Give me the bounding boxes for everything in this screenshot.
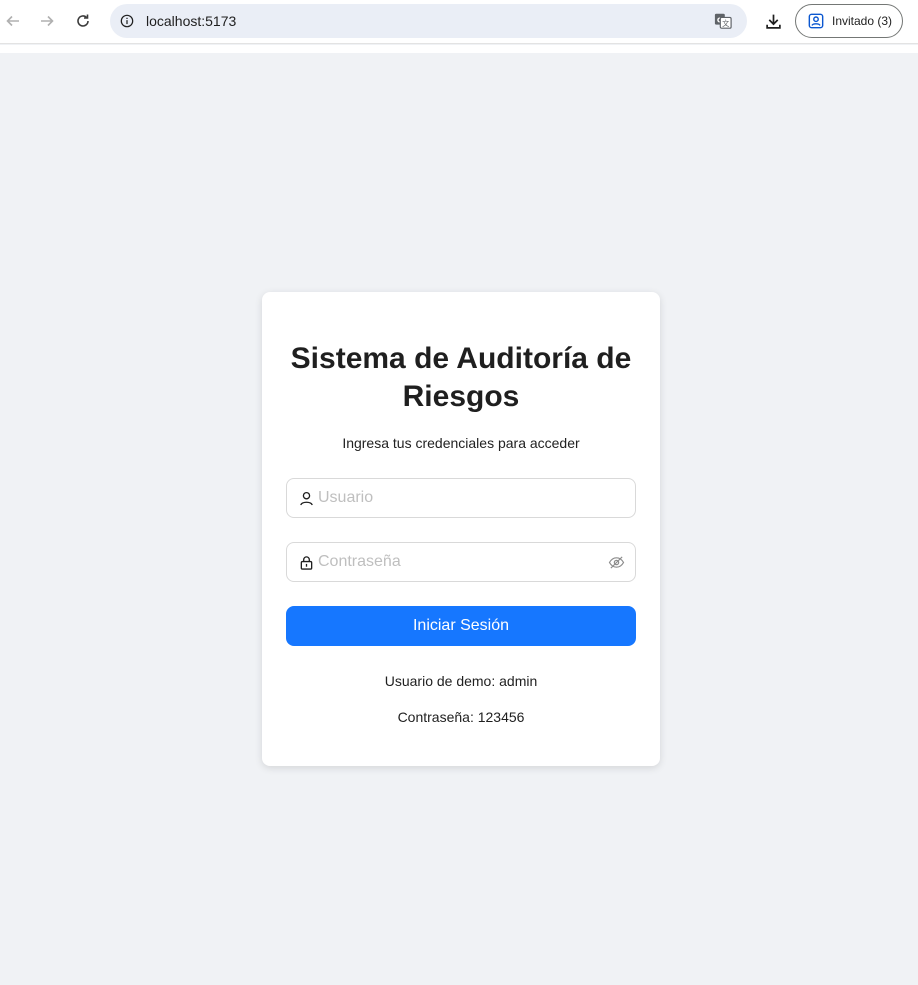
back-button[interactable] bbox=[0, 8, 26, 34]
profile-icon bbox=[807, 12, 825, 30]
url-text[interactable]: localhost:5173 bbox=[146, 13, 236, 29]
svg-text:文: 文 bbox=[722, 19, 729, 28]
profile-button[interactable]: Invitado (3) bbox=[795, 4, 903, 38]
password-field[interactable] bbox=[286, 542, 636, 582]
eye-invisible-icon[interactable] bbox=[607, 554, 625, 570]
user-icon bbox=[298, 490, 314, 506]
demo-password-text: Contraseña: 123456 bbox=[397, 709, 525, 725]
username-input[interactable] bbox=[318, 479, 598, 517]
page-title: Sistema de Auditoría de Riesgos bbox=[290, 342, 632, 413]
download-button[interactable] bbox=[760, 8, 786, 34]
info-icon[interactable] bbox=[118, 12, 136, 30]
profile-label: Invitado (3) bbox=[832, 14, 893, 28]
password-input[interactable] bbox=[318, 543, 598, 581]
translate-icon[interactable]: G文 bbox=[713, 11, 733, 31]
demo-user-text: Usuario de demo: admin bbox=[384, 673, 538, 689]
login-subtitle: Ingresa tus credenciales para acceder bbox=[342, 435, 580, 451]
login-button[interactable]: Iniciar Sesión bbox=[286, 606, 636, 646]
address-bar[interactable]: localhost:5173 G文 bbox=[110, 4, 747, 38]
username-field[interactable] bbox=[286, 478, 636, 518]
lock-icon bbox=[298, 554, 314, 570]
reload-icon bbox=[77, 14, 89, 27]
toolbar-separator bbox=[0, 45, 918, 53]
download-icon bbox=[765, 14, 781, 29]
login-card: Sistema de Auditoría de Riesgos Ingresa … bbox=[262, 292, 660, 766]
arrow-left-icon bbox=[6, 15, 19, 27]
browser-toolbar: localhost:5173 G文 Invitado (3) bbox=[0, 0, 918, 44]
arrow-right-icon bbox=[41, 15, 54, 27]
forward-button[interactable] bbox=[34, 8, 60, 34]
reload-button[interactable] bbox=[70, 8, 96, 34]
